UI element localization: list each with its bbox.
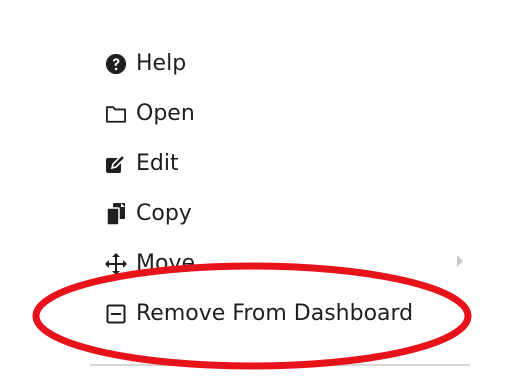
menu-item-edit[interactable]: Edit [104,144,484,184]
context-menu: Help Open Edit Copy Move Remove From Das… [90,40,490,370]
menu-item-label: Help [136,51,187,76]
menu-item-label: Edit [136,151,179,176]
menu-divider [90,364,470,366]
question-circle-icon [104,52,128,76]
minus-square-icon [104,302,128,326]
chevron-right-icon [457,255,463,267]
edit-icon [104,152,128,176]
copy-icon [104,202,128,226]
menu-item-label: Copy [136,201,192,226]
menu-item-remove-from-dashboard[interactable]: Remove From Dashboard [104,294,484,334]
menu-item-help[interactable]: Help [104,44,484,84]
menu-item-open[interactable]: Open [104,94,484,134]
menu-item-label: Move [136,251,195,276]
menu-item-label: Open [136,101,195,126]
move-icon [104,252,128,276]
folder-open-icon [104,102,128,126]
menu-item-label: Remove From Dashboard [136,301,414,326]
menu-item-move[interactable]: Move [104,244,484,284]
menu-item-copy[interactable]: Copy [104,194,484,234]
